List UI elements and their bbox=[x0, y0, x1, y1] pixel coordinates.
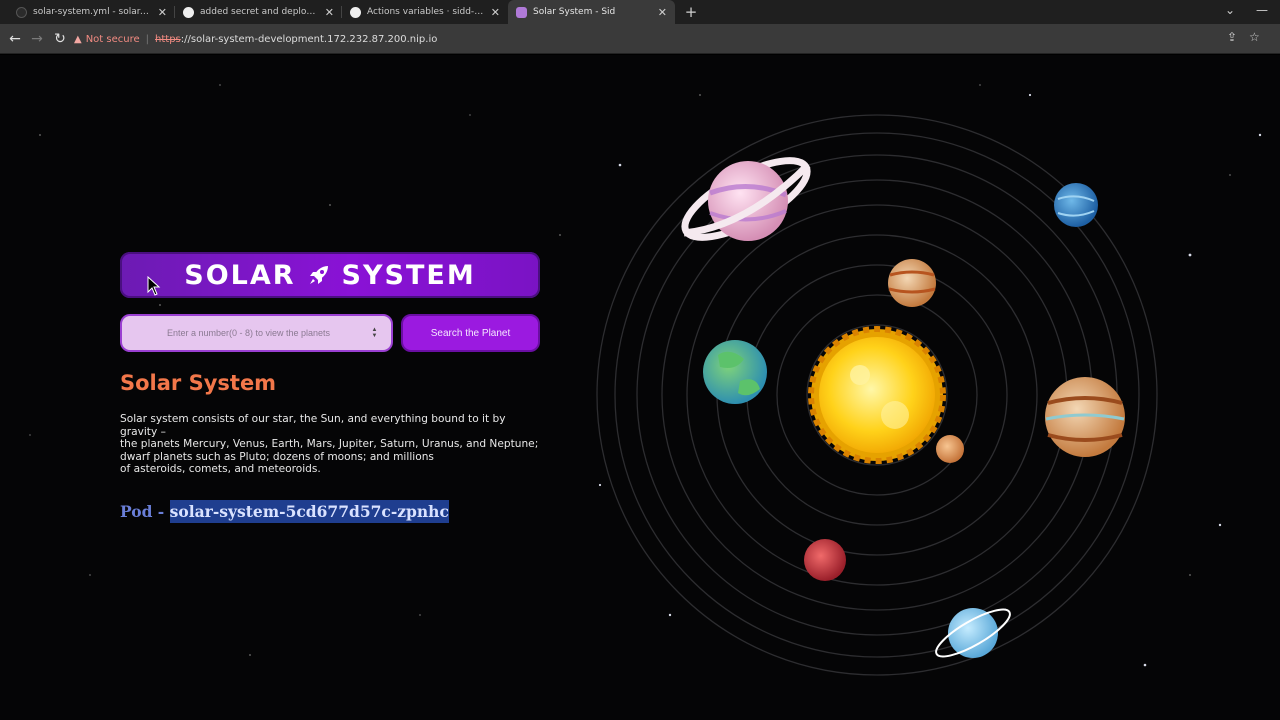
close-tab-icon[interactable]: ✕ bbox=[658, 6, 667, 19]
number-stepper-icon[interactable]: ▲ ▼ bbox=[370, 327, 379, 339]
back-arrow-icon[interactable]: ← bbox=[6, 30, 24, 48]
close-tab-icon[interactable]: ✕ bbox=[158, 6, 167, 19]
description-line: dwarf planets such as Pluto; dozens of m… bbox=[120, 450, 434, 463]
url-scheme: https bbox=[155, 33, 181, 45]
new-tab-button[interactable]: + bbox=[683, 3, 699, 21]
security-label: Not secure bbox=[85, 33, 140, 45]
github-icon bbox=[350, 6, 361, 18]
tab-title: Solar System - Sid bbox=[533, 7, 616, 17]
browser-tab-bar: solar-system.yml - solar-system ✕ added … bbox=[0, 0, 1280, 24]
pod-info: Pod - solar-system-5cd677d57c-zpnhc bbox=[120, 500, 449, 523]
close-tab-icon[interactable]: ✕ bbox=[325, 6, 334, 19]
rocket-icon bbox=[306, 262, 332, 288]
github-icon bbox=[16, 6, 27, 18]
description-line: Solar system consists of our star, the S… bbox=[120, 413, 506, 438]
chevron-down-icon[interactable]: ⌄ bbox=[1225, 3, 1235, 17]
reload-icon[interactable]: ↻ bbox=[51, 30, 69, 48]
sun bbox=[808, 326, 946, 464]
neptune bbox=[1054, 183, 1098, 227]
saturn bbox=[681, 157, 811, 241]
close-tab-icon[interactable]: ✕ bbox=[491, 6, 500, 19]
tab-added-secret[interactable]: added secret and deploying - sidd-harth-… bbox=[175, 0, 342, 24]
tab-solar-system-sid[interactable]: Solar System - Sid ✕ bbox=[508, 0, 675, 24]
tab-title: added secret and deploying - sidd-harth-… bbox=[200, 7, 319, 17]
tab-solar-system-yml[interactable]: solar-system.yml - solar-system ✕ bbox=[8, 0, 175, 24]
mars bbox=[804, 539, 846, 581]
tab-actions-variables[interactable]: Actions variables · sidd-harth-7/solar-s… bbox=[342, 0, 508, 24]
banner-right-text: SYSTEM bbox=[341, 259, 476, 291]
venus bbox=[888, 259, 936, 307]
minimize-icon[interactable]: — bbox=[1256, 3, 1268, 17]
description: Solar system consists of our star, the S… bbox=[120, 413, 540, 476]
app-banner: SOLAR SYSTEM bbox=[120, 252, 540, 298]
url-host: ://solar-system-development.172.232.87.2… bbox=[180, 33, 438, 45]
page-content: SOLAR SYSTEM Enter a number(0 - 8) to vi… bbox=[0, 55, 1280, 720]
share-icon[interactable]: ⇪ bbox=[1227, 30, 1237, 44]
warning-icon: ▲ bbox=[74, 33, 82, 45]
browser-toolbar: ← → ↻ ▲ Not secure | https ://solar-syst… bbox=[0, 24, 1280, 54]
jupiter bbox=[1045, 377, 1125, 457]
input-placeholder: Enter a number(0 - 8) to view the planet… bbox=[166, 328, 331, 338]
forward-arrow-icon[interactable]: → bbox=[28, 30, 46, 48]
tab-title: Actions variables · sidd-harth-7/solar-s… bbox=[367, 7, 485, 17]
rocket-icon bbox=[516, 6, 527, 18]
earth bbox=[703, 340, 767, 404]
planet-number-input[interactable]: Enter a number(0 - 8) to view the planet… bbox=[120, 314, 393, 352]
star-icon[interactable]: ☆ bbox=[1249, 30, 1260, 44]
mercury bbox=[936, 435, 964, 463]
tab-title: solar-system.yml - solar-system bbox=[33, 7, 152, 17]
description-line: of asteroids, comets, and meteoroids. bbox=[120, 463, 321, 475]
github-icon bbox=[183, 6, 194, 18]
section-heading: Solar System bbox=[120, 371, 277, 395]
uranus bbox=[935, 608, 1011, 658]
pod-name: solar-system-5cd677d57c-zpnhc bbox=[169, 500, 449, 523]
pod-prefix: Pod - bbox=[120, 502, 170, 521]
mouse-cursor-icon bbox=[147, 275, 161, 300]
description-line: the planets Mercury, Venus, Earth, Mars,… bbox=[120, 438, 539, 450]
search-planet-button[interactable]: Search the Planet bbox=[401, 314, 540, 352]
banner-left-text: SOLAR bbox=[184, 259, 296, 291]
solar-system-illustration bbox=[596, 93, 1262, 676]
address-bar[interactable]: ▲ Not secure | https ://solar-system-dev… bbox=[74, 28, 1274, 50]
